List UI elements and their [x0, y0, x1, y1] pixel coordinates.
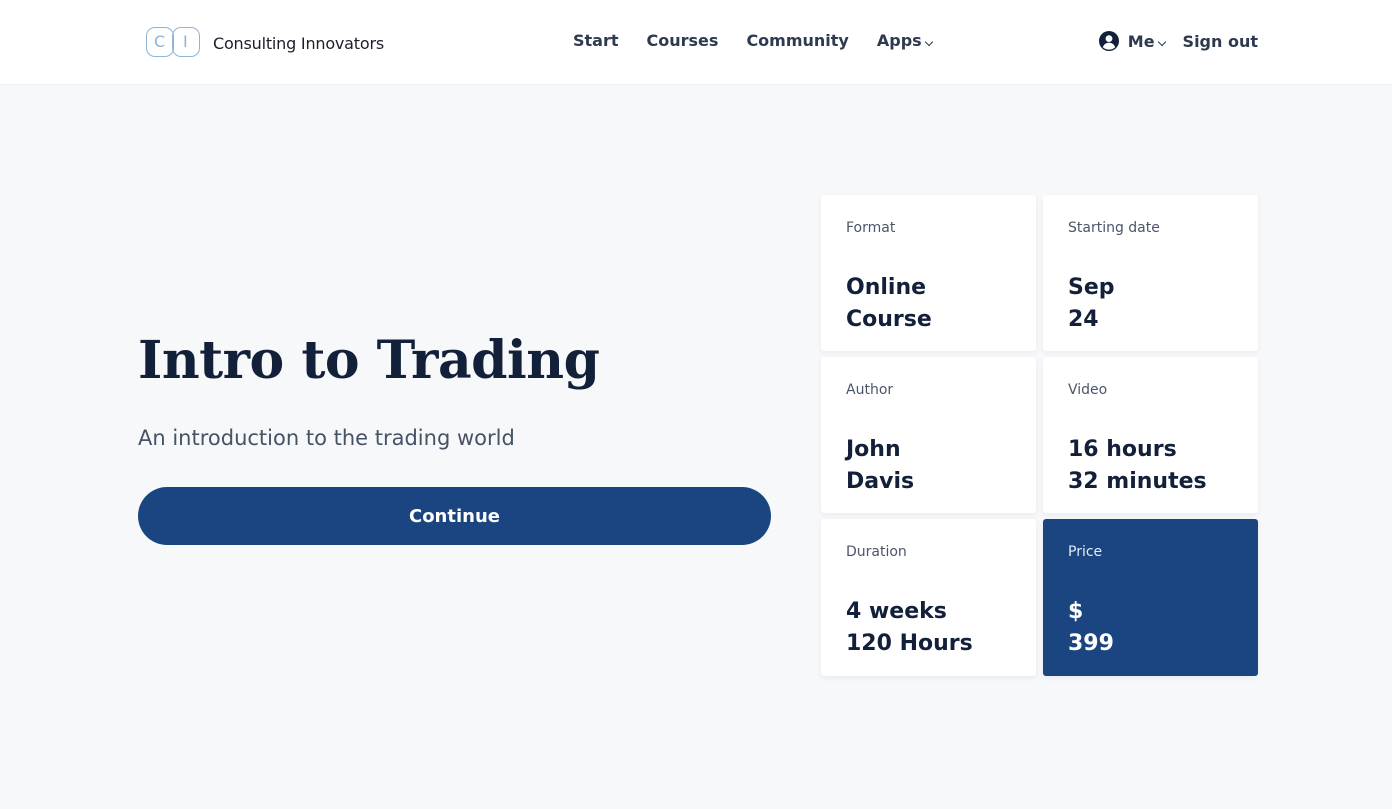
detail-value: 4 weeks 120 Hours — [846, 599, 973, 656]
logo-letter-c: C — [154, 32, 166, 51]
detail-card-format: Format Online Course — [821, 195, 1036, 351]
main-nav: Start Courses Community Apps — [573, 31, 960, 50]
detail-label: Author — [846, 382, 894, 398]
detail-label: Starting date — [1068, 220, 1160, 236]
detail-value: 16 hours 32 minutes — [1068, 437, 1207, 494]
detail-value: Online Course — [846, 275, 932, 332]
user-menu-label: Me — [1127, 31, 1155, 51]
course-subtitle: An introduction to the trading world — [138, 426, 515, 450]
detail-label: Video — [1068, 382, 1108, 398]
continue-button[interactable]: Continue — [138, 487, 771, 545]
detail-card-duration: Duration 4 weeks 120 Hours — [821, 519, 1036, 676]
nav-item-label: Start — [573, 31, 619, 50]
chevron-down-icon — [924, 37, 933, 46]
detail-value: John Davis — [846, 437, 915, 494]
brand-name: Consulting Innovators — [213, 33, 384, 53]
nav-item-community[interactable]: Community — [746, 31, 848, 50]
course-title: Intro to Trading — [138, 330, 600, 391]
detail-value: Sep 24 — [1068, 275, 1115, 332]
detail-card-starting-date: Starting date Sep 24 — [1043, 195, 1258, 351]
user-menu-button[interactable]: Me — [1127, 31, 1166, 51]
price-value: $ 399 — [1068, 599, 1114, 656]
nav-item-apps[interactable]: Apps — [876, 31, 933, 50]
detail-label: Duration — [846, 544, 907, 560]
detail-card-author: Author John Davis — [821, 357, 1036, 513]
chevron-down-icon — [1157, 37, 1166, 47]
nav-item-courses[interactable]: Courses — [647, 31, 719, 50]
nav-item-start[interactable]: Start — [573, 31, 619, 50]
detail-card-price: Price $ 399 — [1043, 519, 1258, 676]
detail-label: Price — [1068, 544, 1103, 560]
user-circle-icon[interactable] — [1098, 31, 1119, 51]
top-navbar: C I Consulting Innovators Start Courses … — [0, 0, 1392, 84]
logo-letter-i: I — [183, 32, 188, 51]
logo-mark-icon: C I — [146, 27, 202, 59]
brand-logo[interactable]: C I Consulting Innovators — [146, 27, 384, 59]
nav-item-label: Courses — [646, 31, 719, 50]
detail-label: Format — [846, 220, 896, 236]
course-details-grid: Format Online Course Starting date Sep 2… — [821, 195, 1258, 676]
nav-item-label: Community — [746, 31, 849, 50]
detail-card-video: Video 16 hours 32 minutes — [1043, 357, 1258, 513]
sign-out-link[interactable]: Sign out — [1183, 32, 1258, 51]
nav-item-label: Apps — [876, 31, 922, 50]
user-area: Me Sign out — [1098, 31, 1258, 51]
course-hero: Intro to Trading An introduction to the … — [138, 326, 771, 545]
